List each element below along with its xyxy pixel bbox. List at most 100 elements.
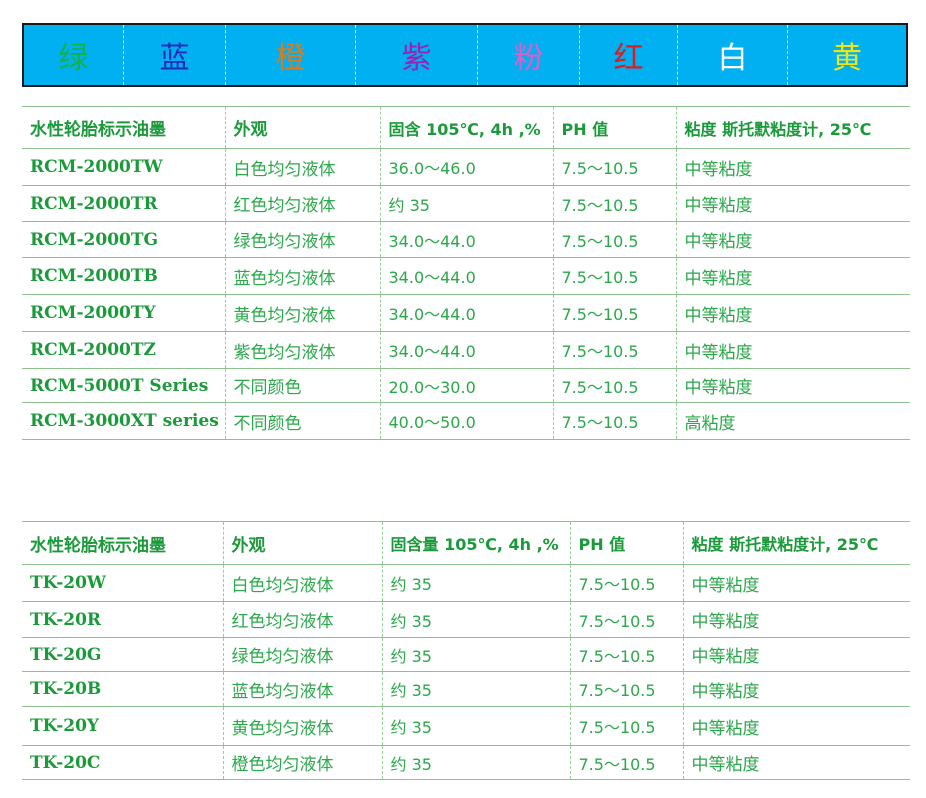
model-cell: RCM-2000TZ	[22, 331, 226, 369]
table-row: RCM-2000TW 白色均匀液体 36.0～46.0 7.5～10.5 中等粘…	[22, 148, 910, 186]
viscosity-cell: 中等粘度	[676, 148, 910, 186]
table-row: RCM-3000XT series 不同颜色 40.0～50.0 7.5～10.…	[22, 402, 910, 440]
viscosity-cell: 中等粘度	[676, 331, 910, 369]
ph-cell: 7.5～10.5	[553, 185, 677, 222]
ph-cell: 7.5～10.5	[570, 637, 684, 672]
header-product: 水性轮胎标示油墨	[22, 106, 226, 149]
model-cell: RCM-2000TB	[22, 257, 226, 295]
viscosity-cell: 中等粘度	[676, 257, 910, 295]
color-cell-green: 绿	[24, 25, 124, 85]
solids-cell: 34.0～44.0	[380, 221, 554, 258]
table-row: TK-20R 红色均匀液体 约 35 7.5～10.5 中等粘度	[22, 601, 910, 638]
model-cell: RCM-2000TY	[22, 294, 226, 332]
table-row: TK-20B 蓝色均匀液体 约 35 7.5～10.5 中等粘度	[22, 671, 910, 707]
appearance-cell: 白色均匀液体	[223, 564, 383, 602]
header-appearance: 外观	[225, 106, 381, 149]
viscosity-cell: 中等粘度	[676, 368, 910, 403]
table-row: RCM-2000TG 绿色均匀液体 34.0～44.0 7.5～10.5 中等粘…	[22, 221, 910, 258]
color-banner: 绿 蓝 橙 紫 粉 红 白 黄	[22, 23, 908, 87]
appearance-cell: 红色均匀液体	[225, 185, 381, 222]
tk-spec-table: 水性轮胎标示油墨 外观 固含量 105℃, 4h ,% PH 值 粘度 斯托默粘…	[22, 521, 910, 780]
solids-cell: 40.0～50.0	[380, 402, 554, 440]
solids-cell: 36.0～46.0	[380, 148, 554, 186]
model-cell: RCM-2000TR	[22, 185, 226, 222]
table-row: RCM-2000TR 红色均匀液体 约 35 7.5～10.5 中等粘度	[22, 185, 910, 222]
ph-cell: 7.5～10.5	[570, 671, 684, 707]
solids-cell: 约 35	[382, 637, 571, 672]
ph-cell: 7.5～10.5	[553, 221, 677, 258]
appearance-cell: 红色均匀液体	[223, 601, 383, 638]
model-cell: TK-20W	[22, 564, 224, 602]
color-cell-purple: 紫	[356, 25, 478, 85]
color-cell-orange: 橙	[226, 25, 356, 85]
solids-cell: 约 35	[382, 706, 571, 746]
table-row: RCM-5000T Series 不同颜色 20.0～30.0 7.5～10.5…	[22, 368, 910, 403]
ph-cell: 7.5～10.5	[553, 368, 677, 403]
viscosity-cell: 中等粘度	[676, 294, 910, 332]
appearance-cell: 绿色均匀液体	[223, 637, 383, 672]
appearance-cell: 黄色均匀液体	[223, 706, 383, 746]
viscosity-cell: 中等粘度	[683, 564, 910, 602]
solids-cell: 34.0～44.0	[380, 294, 554, 332]
solids-cell: 20.0～30.0	[380, 368, 554, 403]
viscosity-cell: 中等粘度	[683, 745, 910, 780]
color-cell-white: 白	[678, 25, 788, 85]
appearance-cell: 不同颜色	[225, 402, 381, 440]
table-row: TK-20W 白色均匀液体 约 35 7.5～10.5 中等粘度	[22, 564, 910, 602]
table-row: RCM-2000TY 黄色均匀液体 34.0～44.0 7.5～10.5 中等粘…	[22, 294, 910, 332]
color-cell-yellow: 黄	[832, 41, 862, 76]
solids-cell: 约 35	[380, 185, 554, 222]
rcm-spec-table: 水性轮胎标示油墨 外观 固含 105℃, 4h ,% PH 值 粘度 斯托默粘度…	[22, 106, 910, 440]
header-solids: 固含量 105℃, 4h ,%	[382, 521, 571, 565]
color-cell-blue: 蓝	[124, 25, 226, 85]
viscosity-cell: 高粘度	[676, 402, 910, 440]
model-cell: RCM-5000T Series	[22, 368, 226, 403]
appearance-cell: 橙色均匀液体	[223, 745, 383, 780]
ph-cell: 7.5～10.5	[570, 706, 684, 746]
table-row: TK-20G 绿色均匀液体 约 35 7.5～10.5 中等粘度	[22, 637, 910, 672]
appearance-cell: 蓝色均匀液体	[225, 257, 381, 295]
viscosity-cell: 中等粘度	[676, 221, 910, 258]
appearance-cell: 绿色均匀液体	[225, 221, 381, 258]
viscosity-cell: 中等粘度	[683, 637, 910, 672]
color-cell-red: 红	[580, 25, 678, 85]
appearance-cell: 不同颜色	[225, 368, 381, 403]
model-cell: RCM-3000XT series	[22, 402, 226, 440]
appearance-cell: 黄色均匀液体	[225, 294, 381, 332]
header-viscosity: 粘度 斯托默粘度计, 25℃	[683, 521, 910, 565]
model-cell: TK-20B	[22, 671, 224, 707]
ph-cell: 7.5～10.5	[553, 257, 677, 295]
model-cell: RCM-2000TG	[22, 221, 226, 258]
color-cell-pink: 粉	[478, 25, 580, 85]
model-cell: RCM-2000TW	[22, 148, 226, 186]
header-viscosity: 粘度 斯托默粘度计, 25℃	[676, 106, 910, 149]
viscosity-cell: 中等粘度	[683, 601, 910, 638]
model-cell: TK-20C	[22, 745, 224, 780]
solids-cell: 约 35	[382, 601, 571, 638]
header-ph: PH 值	[570, 521, 684, 565]
table-row: RCM-2000TB 蓝色均匀液体 34.0～44.0 7.5～10.5 中等粘…	[22, 257, 910, 295]
table-header-row: 水性轮胎标示油墨 外观 固含量 105℃, 4h ,% PH 值 粘度 斯托默粘…	[22, 521, 910, 565]
solids-cell: 约 35	[382, 745, 571, 780]
table-row: TK-20C 橙色均匀液体 约 35 7.5～10.5 中等粘度	[22, 745, 910, 780]
appearance-cell: 蓝色均匀液体	[223, 671, 383, 707]
table-row: TK-20Y 黄色均匀液体 约 35 7.5～10.5 中等粘度	[22, 706, 910, 746]
ph-cell: 7.5～10.5	[570, 601, 684, 638]
solids-cell: 34.0～44.0	[380, 331, 554, 369]
appearance-cell: 白色均匀液体	[225, 148, 381, 186]
appearance-cell: 紫色均匀液体	[225, 331, 381, 369]
model-cell: TK-20G	[22, 637, 224, 672]
header-solids: 固含 105℃, 4h ,%	[380, 106, 554, 149]
viscosity-cell: 中等粘度	[683, 671, 910, 707]
header-product: 水性轮胎标示油墨	[22, 521, 224, 565]
ph-cell: 7.5～10.5	[553, 148, 677, 186]
table-row: RCM-2000TZ 紫色均匀液体 34.0～44.0 7.5～10.5 中等粘…	[22, 331, 910, 369]
ph-cell: 7.5～10.5	[570, 564, 684, 602]
viscosity-cell: 中等粘度	[683, 706, 910, 746]
ph-cell: 7.5～10.5	[553, 402, 677, 440]
header-appearance: 外观	[223, 521, 383, 565]
ph-cell: 7.5～10.5	[553, 294, 677, 332]
viscosity-cell: 中等粘度	[676, 185, 910, 222]
solids-cell: 约 35	[382, 564, 571, 602]
solids-cell: 34.0～44.0	[380, 257, 554, 295]
